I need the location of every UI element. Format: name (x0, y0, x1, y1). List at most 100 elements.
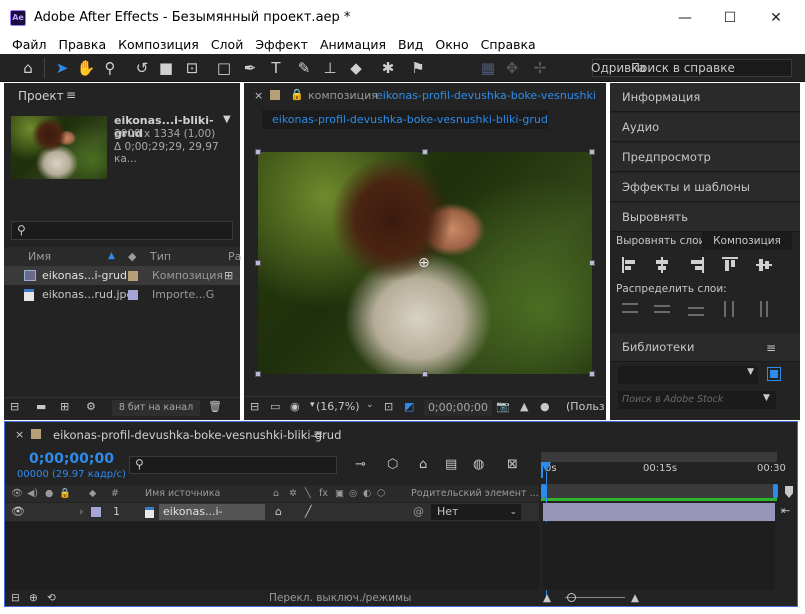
puppet-tool-icon[interactable]: ✱ (378, 58, 398, 78)
menu-window[interactable]: Окно (429, 37, 474, 52)
layer-handle[interactable] (255, 149, 261, 155)
label-column-icon[interactable]: ◆ (128, 247, 136, 266)
brush-tool-icon[interactable]: ✎ (294, 58, 314, 78)
new-folder-icon[interactable]: ▬ (36, 400, 46, 413)
timeline-track-area[interactable] (543, 522, 775, 590)
camera-tool-icon[interactable]: ■ (156, 58, 176, 78)
pan-behind-tool-icon[interactable]: ⊡ (182, 58, 202, 78)
menu-view[interactable]: Вид (392, 37, 429, 52)
lock-icon[interactable]: 🔒 (290, 88, 304, 101)
axis-mode-icon[interactable]: ✥ (502, 58, 522, 78)
world-axis-icon[interactable]: ✢ (530, 58, 550, 78)
chevron-down-icon[interactable]: ⌄ (366, 400, 374, 410)
menu-layer[interactable]: Слой (205, 37, 250, 52)
mask-visibility-icon[interactable]: ◉ (290, 400, 300, 413)
column-parent[interactable]: Родительский элемент ... (411, 485, 539, 502)
expand-chevron-icon[interactable]: › (79, 503, 83, 521)
transfer-controls-icon[interactable]: ⟲ (47, 590, 56, 606)
always-preview-icon[interactable]: ⊟ (250, 400, 259, 413)
region-of-interest-icon[interactable]: ⊡ (384, 400, 393, 413)
align-horizontal-center-icon[interactable] (654, 257, 670, 273)
interpret-footage-icon[interactable]: ⊟ (10, 400, 19, 413)
adjustment-switch-icon[interactable]: ◐ (363, 485, 371, 502)
snapping-icon[interactable]: ▦ (478, 58, 498, 78)
dropdown-arrow-icon[interactable]: ▼ (763, 393, 770, 403)
label-column-icon[interactable]: ◆ (89, 485, 96, 502)
eraser-tool-icon[interactable]: ◆ (346, 58, 366, 78)
clone-stamp-tool-icon[interactable]: ⊥ (320, 58, 340, 78)
layer-row[interactable]: 👁 › 1 eikonas...i-grud.jpg ⌂ ╱ @ Нет ⌄ (5, 503, 539, 534)
frame-blend-switch-icon[interactable]: ▣ (335, 485, 344, 502)
distribute-horizontal-center-icon[interactable] (756, 301, 772, 317)
item-dropdown-icon[interactable]: ▼ (223, 114, 231, 125)
column-type[interactable]: Тип (150, 247, 171, 266)
visibility-icon[interactable]: 👁 (11, 503, 25, 521)
frame-render-icon[interactable]: ⊕ (29, 590, 38, 606)
help-search-input[interactable]: Одривка Поиск в справке (591, 59, 792, 77)
info-panel-tab[interactable]: Информация (610, 83, 800, 112)
close-button[interactable]: ✕ (756, 6, 796, 30)
quality-switch-icon[interactable]: ╲ (305, 485, 311, 502)
composition-tab[interactable]: eikonas-profil-devushka-boke-vesnushki-b… (262, 110, 548, 129)
distribute-top-icon[interactable] (622, 301, 638, 317)
project-settings-icon[interactable]: ⚙ (86, 400, 96, 413)
distribute-vertical-center-icon[interactable] (654, 301, 670, 317)
draft-3d-icon[interactable]: ⬡ (387, 457, 398, 472)
solo-icon[interactable]: ● (45, 485, 53, 502)
time-navigator[interactable] (541, 452, 777, 462)
composition-name[interactable]: eikonas-profil-devushka-boke-vesnushki-b… (376, 89, 596, 102)
pick-whip-icon[interactable]: @ (413, 503, 424, 521)
project-item-row[interactable]: eikonas...i-grud Композиция ⊞ (4, 266, 240, 285)
hand-tool-icon[interactable]: ✋ (76, 58, 96, 78)
layer-handle[interactable] (589, 371, 595, 377)
new-composition-icon[interactable]: ⊞ (60, 400, 69, 413)
close-tab-icon[interactable]: × (15, 428, 24, 441)
work-area-track[interactable] (541, 484, 777, 498)
layer-name[interactable]: eikonas...i-grud.jpg (159, 504, 265, 534)
distribute-left-icon[interactable] (722, 301, 738, 317)
graph-editor-icon[interactable]: ⊠ (507, 457, 518, 472)
zoom-slider-handle[interactable] (567, 593, 576, 602)
maximize-button[interactable]: ☐ (710, 6, 750, 30)
panel-menu-icon[interactable]: ≡ (766, 341, 776, 355)
work-area-bar[interactable] (541, 498, 777, 501)
zoom-level-select[interactable]: (16,7%) (316, 400, 360, 413)
show-snapshot-icon[interactable]: ▲ (520, 400, 528, 413)
quality-switch-icon[interactable]: ╱ (305, 503, 312, 521)
menu-edit[interactable]: Правка (53, 37, 113, 52)
menu-animation[interactable]: Анимация (314, 37, 392, 52)
layer-handle[interactable] (422, 371, 428, 377)
shy-switch-icon[interactable]: ⌂ (275, 503, 282, 521)
menu-effect[interactable]: Эффект (249, 37, 314, 52)
label-color-swatch[interactable] (128, 271, 138, 281)
align-to-select[interactable]: Композиция (702, 232, 792, 250)
3d-switch-icon[interactable]: ⬡ (377, 485, 385, 502)
align-right-icon[interactable] (688, 257, 704, 273)
current-time-display[interactable]: 0;00;00;00 (424, 400, 492, 416)
rotate-tool-icon[interactable]: ↺ (132, 58, 152, 78)
label-color-swatch[interactable] (128, 290, 138, 300)
grid-view-icon[interactable] (767, 367, 781, 381)
column-extra[interactable]: Ра (228, 247, 241, 266)
project-search-input[interactable]: ⚲ (11, 221, 233, 240)
layer-label-swatch[interactable] (91, 507, 101, 517)
adobe-stock-search-input[interactable]: Поиск в Adobe Stock (618, 391, 776, 409)
menu-help[interactable]: Справка (475, 37, 542, 52)
align-vertical-center-icon[interactable] (756, 257, 772, 273)
panel-menu-icon[interactable]: ≡ (313, 427, 323, 441)
zoom-in-icon[interactable]: ▲ (631, 590, 639, 606)
visibility-icon[interactable]: 👁 (11, 485, 23, 502)
flowchart-icon[interactable]: ⊞ (224, 266, 233, 285)
layer-end-icon[interactable]: ⇤ (781, 504, 790, 517)
shy-switch-icon[interactable]: ⌂ (273, 485, 279, 502)
type-tool-icon[interactable]: T (266, 58, 286, 78)
layer-handle[interactable] (255, 260, 261, 266)
toggle-switches-modes[interactable]: Перекл. выключ./режимы (269, 590, 411, 606)
preview-panel-tab[interactable]: Предпросмотр (610, 143, 800, 172)
trash-icon[interactable]: 🗑 (208, 400, 222, 413)
motion-blur-switch-icon[interactable]: ◎ (349, 485, 357, 502)
work-area-end-handle[interactable] (773, 484, 778, 498)
layer-handle[interactable] (589, 149, 595, 155)
frame-blending-icon[interactable]: ▤ (445, 457, 457, 472)
transparency-grid-icon[interactable]: ◩ (404, 400, 414, 413)
